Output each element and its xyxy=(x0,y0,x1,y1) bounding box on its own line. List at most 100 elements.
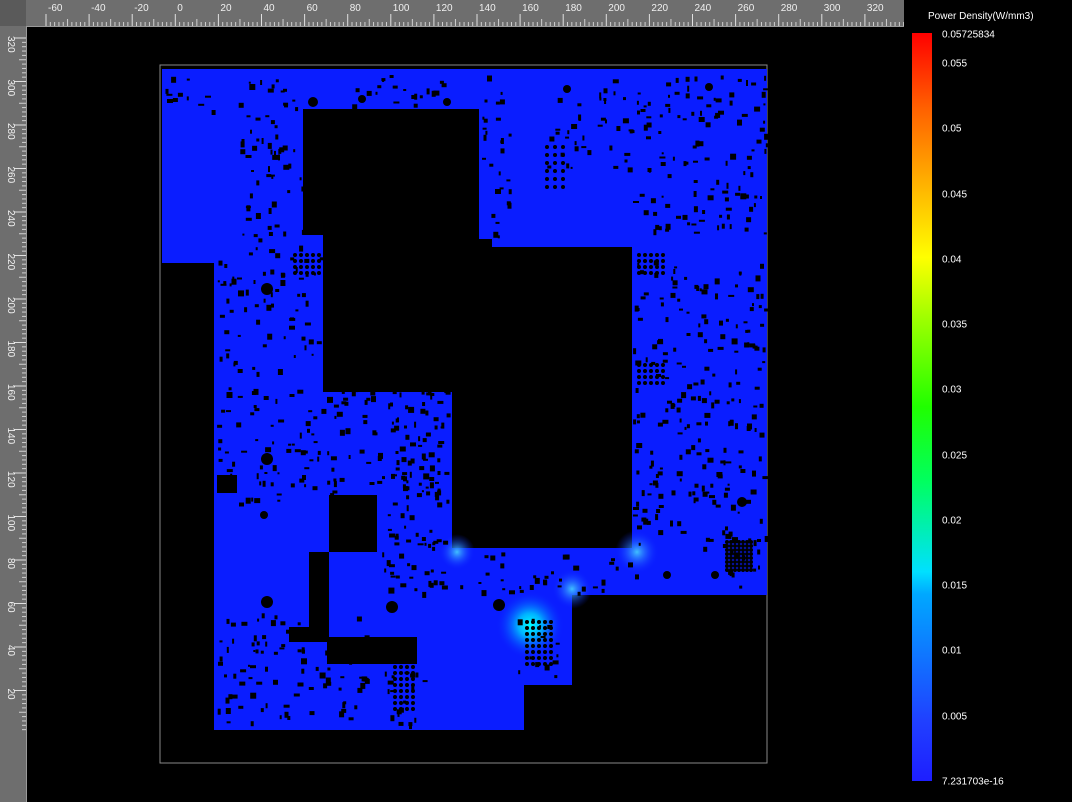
component-pad xyxy=(495,221,500,224)
bga-pad xyxy=(545,185,549,189)
component-pad xyxy=(260,708,264,713)
component-pad xyxy=(685,449,691,455)
component-pad xyxy=(671,276,674,281)
component-pad xyxy=(325,296,332,301)
via-hole xyxy=(663,571,671,579)
component-pad xyxy=(551,571,554,575)
component-pad xyxy=(762,347,766,353)
component-pad xyxy=(263,396,269,400)
component-pad xyxy=(444,471,450,475)
component-pad xyxy=(715,98,722,103)
bga-pad xyxy=(411,665,415,669)
bga-pad xyxy=(561,161,565,165)
component-pad xyxy=(226,392,233,398)
component-pad xyxy=(600,117,606,121)
component-pad xyxy=(313,416,318,420)
bga-pad xyxy=(393,695,397,699)
component-pad xyxy=(581,586,586,592)
component-pad xyxy=(325,677,331,684)
bga-pad xyxy=(411,707,415,711)
component-pad xyxy=(646,136,651,140)
component-pad xyxy=(299,245,304,252)
component-pad xyxy=(659,467,663,470)
component-pad xyxy=(697,332,703,338)
pcb-power-density-map[interactable] xyxy=(27,27,904,802)
component-pad xyxy=(397,712,400,717)
component-pad xyxy=(224,674,227,678)
component-pad xyxy=(658,338,663,343)
bga-pad xyxy=(537,644,541,648)
component-pad xyxy=(270,424,274,427)
bga-pad xyxy=(661,375,665,379)
component-pad xyxy=(652,344,658,350)
bga-pad xyxy=(299,265,303,269)
component-pad xyxy=(270,149,273,155)
component-pad xyxy=(280,272,285,276)
component-pad xyxy=(672,156,675,161)
component-pad xyxy=(694,483,699,488)
ruler-x-label: 200 xyxy=(608,3,625,14)
component-pad xyxy=(434,491,439,497)
bga-pad xyxy=(655,363,659,367)
component-pad xyxy=(256,138,260,142)
component-pad xyxy=(267,225,272,230)
component-pad xyxy=(255,117,261,121)
bga-pad xyxy=(549,638,553,642)
component-pad xyxy=(725,526,728,531)
component-pad xyxy=(293,355,296,358)
component-pad xyxy=(278,419,285,423)
component-pad xyxy=(250,412,255,416)
bga-pad xyxy=(561,153,565,157)
component-pad xyxy=(665,203,671,208)
component-pad xyxy=(500,91,503,95)
component-pad xyxy=(267,88,274,93)
component-pad xyxy=(395,418,398,423)
bga-pad xyxy=(741,548,745,552)
component-pad xyxy=(268,232,273,236)
component-pad xyxy=(709,495,715,499)
component-pad xyxy=(728,531,733,537)
component-pad xyxy=(401,457,407,463)
viewport-canvas[interactable] xyxy=(27,27,904,802)
bga-pad xyxy=(741,564,745,568)
component-pad xyxy=(265,447,272,453)
bga-pad xyxy=(393,701,397,705)
component-pad xyxy=(704,412,711,418)
bga-pad xyxy=(737,556,741,560)
component-pad xyxy=(623,97,626,101)
component-pad xyxy=(289,394,295,397)
component-pad xyxy=(403,89,407,91)
component-pad xyxy=(341,401,347,405)
component-pad xyxy=(764,536,771,542)
component-pad xyxy=(688,491,692,497)
component-pad xyxy=(407,460,412,466)
bga-pad xyxy=(637,369,641,373)
bga-pad xyxy=(293,265,297,269)
component-pad xyxy=(255,213,261,219)
component-pad xyxy=(241,450,248,453)
component-pad xyxy=(763,120,766,124)
bga-pad xyxy=(545,153,549,157)
component-pad xyxy=(485,130,488,135)
component-pad xyxy=(400,583,407,588)
bga-pad xyxy=(531,662,535,666)
component-pad xyxy=(250,665,256,669)
component-pad xyxy=(483,134,487,141)
component-pad xyxy=(389,533,396,538)
component-pad xyxy=(446,413,451,418)
ruler-x-label: 320 xyxy=(867,3,884,14)
component-pad xyxy=(366,397,371,401)
component-pad xyxy=(438,441,445,444)
bga-pad xyxy=(733,560,737,564)
component-pad xyxy=(704,319,709,325)
component-pad xyxy=(333,481,337,488)
component-pad xyxy=(726,401,730,405)
component-pad xyxy=(366,90,372,96)
component-pad xyxy=(722,530,726,536)
component-pad xyxy=(655,224,660,230)
component-pad xyxy=(571,124,578,129)
bga-pad xyxy=(643,381,647,385)
component-pad xyxy=(633,419,637,425)
component-pad xyxy=(260,80,263,85)
component-pad xyxy=(737,78,742,82)
